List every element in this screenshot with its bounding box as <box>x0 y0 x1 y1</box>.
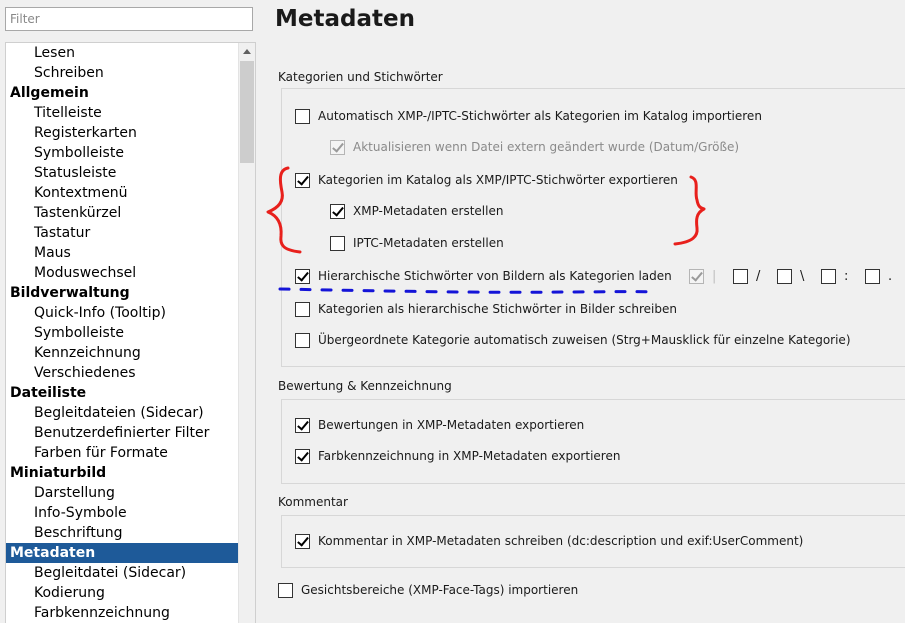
separator-colon-char: : <box>844 268 849 284</box>
tree-item[interactable]: Schreiben <box>6 63 238 83</box>
checkbox-update-external[interactable] <box>330 139 345 155</box>
tree-item[interactable]: Benutzerdefinierter Filter <box>6 423 238 443</box>
tree-item[interactable]: Allgemein <box>6 83 238 103</box>
section-title-comment: Kommentar <box>278 495 348 509</box>
checkbox-create-xmp[interactable] <box>330 203 345 219</box>
tree-item[interactable]: Tastatur <box>6 223 238 243</box>
section-title-categories: Kategorien und Stichwörter <box>278 70 443 84</box>
option-create-iptc[interactable]: IPTC-Metadaten erstellen <box>330 233 504 253</box>
option-face-tags[interactable]: Gesichtsbereiche (XMP-Face-Tags) importi… <box>278 580 578 600</box>
separator-dot-char: . <box>888 268 893 284</box>
tree-item[interactable]: Beschriftung <box>6 523 238 543</box>
checkbox-write-comment[interactable] <box>295 533 310 549</box>
checkbox-auto-import[interactable] <box>295 108 310 124</box>
scrollbar-thumb[interactable] <box>240 61 254 163</box>
tree-item[interactable]: Begleitdatei (Sidecar) <box>6 563 238 583</box>
separator-pipe-char: | <box>712 268 717 284</box>
separator-backslash[interactable]: \ <box>777 266 804 286</box>
option-write-hierarchical[interactable]: Kategorien als hierarchische Stichwörter… <box>295 299 677 319</box>
label-write-hierarchical: Kategorien als hierarchische Stichwörter… <box>318 302 677 316</box>
tree-item[interactable]: Moduswechsel <box>6 263 238 283</box>
options-navigation-pane: LesenSchreibenAllgemeinTitelleisteRegist… <box>0 0 262 623</box>
label-face-tags: Gesichtsbereiche (XMP-Face-Tags) importi… <box>301 583 579 597</box>
tree-item[interactable]: Symbolleiste <box>6 143 238 163</box>
option-create-xmp[interactable]: XMP-Metadaten erstellen <box>330 201 503 221</box>
options-tree[interactable]: Lesen Schreiben Allgemein Titelleiste Regist… <box>5 42 256 623</box>
tree-item[interactable]: Info-Symbole <box>6 503 238 523</box>
option-auto-import[interactable]: Automatisch XMP-/IPTC-Stichwörter als Ka… <box>295 106 762 126</box>
tree-item[interactable]: Kontextmenü <box>6 183 238 203</box>
checkbox-create-iptc[interactable] <box>330 235 345 251</box>
group-categories <box>281 88 905 367</box>
tree-item[interactable]: Statusleiste <box>6 163 238 183</box>
section-title-rating: Bewertung & Kennzeichnung <box>278 379 452 393</box>
tree-item[interactable]: Farben für Formate <box>6 443 238 463</box>
checkbox-export-keywords[interactable] <box>295 172 310 188</box>
tree-item[interactable]: Tastenkürzel <box>6 203 238 223</box>
checkbox-separator-colon[interactable] <box>821 268 836 284</box>
tree-item[interactable]: Darstellung <box>6 483 238 503</box>
checkbox-write-hierarchical[interactable] <box>295 301 310 317</box>
option-update-external[interactable]: Aktualisieren wenn Datei extern geändert… <box>330 137 739 157</box>
tree-item[interactable]: Dateiliste <box>6 383 238 403</box>
label-create-iptc: IPTC-Metadaten erstellen <box>353 236 504 250</box>
separator-slash[interactable]: / <box>733 266 760 286</box>
tree-item[interactable]: Maus <box>6 243 238 263</box>
label-export-colors: Farbkennzeichnung in XMP-Metadaten expor… <box>318 449 621 463</box>
option-hierarchical-load[interactable]: Hierarchische Stichwörter von Bildern al… <box>295 266 672 286</box>
tree-item[interactable]: Bildverwaltung <box>6 283 238 303</box>
tree-item[interactable]: Quick-Info (Tooltip) <box>6 303 238 323</box>
label-write-comment: Kommentar in XMP-Metadaten schreiben (dc… <box>318 534 804 548</box>
separator-backslash-char: \ <box>800 268 805 284</box>
option-auto-parent[interactable]: Übergeordnete Kategorie automatisch zuwe… <box>295 330 851 350</box>
settings-panel: Metadaten Kategorien und Stichwörter Aut… <box>262 0 905 623</box>
tree-scrollbar[interactable] <box>238 43 255 623</box>
label-create-xmp: XMP-Metadaten erstellen <box>353 204 504 218</box>
group-rating <box>281 399 905 484</box>
tree-item[interactable]: Registerkarten <box>6 123 238 143</box>
tree-item[interactable]: Miniaturbild <box>6 463 238 483</box>
label-export-keywords: Kategorien im Katalog als XMP/IPTC-Stich… <box>318 173 678 187</box>
checkbox-separator-pipe[interactable] <box>689 268 704 284</box>
separator-slash-char: / <box>756 268 761 284</box>
option-export-ratings[interactable]: Bewertungen in XMP-Metadaten exportieren <box>295 415 584 435</box>
tree-item[interactable]: Kodierung <box>6 583 238 603</box>
checkbox-face-tags[interactable] <box>278 582 293 598</box>
option-write-comment[interactable]: Kommentar in XMP-Metadaten schreiben (dc… <box>295 531 803 551</box>
checkbox-separator-dot[interactable] <box>865 268 880 284</box>
label-auto-import: Automatisch XMP-/IPTC-Stichwörter als Ka… <box>318 109 762 123</box>
tree-item[interactable]: Kennzeichnung <box>6 343 238 363</box>
checkbox-separator-slash[interactable] <box>733 268 748 284</box>
label-export-ratings: Bewertungen in XMP-Metadaten exportieren <box>318 418 585 432</box>
checkbox-auto-parent[interactable] <box>295 332 310 348</box>
page-title: Metadaten <box>275 6 415 32</box>
label-auto-parent: Übergeordnete Kategorie automatisch zuwe… <box>318 333 851 347</box>
options-tree-list: Lesen Schreiben Allgemein Titelleiste Regist… <box>6 43 238 623</box>
option-export-keywords[interactable]: Kategorien im Katalog als XMP/IPTC-Stich… <box>295 170 678 190</box>
tree-item[interactable]: Verschiedenes <box>6 363 238 383</box>
label-update-external: Aktualisieren wenn Datei extern geändert… <box>353 140 740 154</box>
checkbox-export-colors[interactable] <box>295 448 310 464</box>
tree-item[interactable]: Metadaten <box>6 543 238 563</box>
scroll-up-arrow-icon[interactable] <box>239 43 255 60</box>
checkbox-export-ratings[interactable] <box>295 417 310 433</box>
separator-dot[interactable]: . <box>865 266 892 286</box>
tree-item[interactable]: Farbkennzeichnung <box>6 603 238 623</box>
separator-colon[interactable]: : <box>821 266 848 286</box>
checkbox-separator-backslash[interactable] <box>777 268 792 284</box>
tree-item[interactable]: Lesen <box>6 43 238 63</box>
checkbox-hierarchical-load[interactable] <box>295 268 310 284</box>
label-hierarchical-load: Hierarchische Stichwörter von Bildern al… <box>318 269 672 283</box>
tree-item[interactable]: Titelleiste <box>6 103 238 123</box>
tree-item[interactable]: Begleitdateien (Sidecar) <box>6 403 238 423</box>
filter-input[interactable] <box>5 7 253 31</box>
separator-pipe[interactable]: | <box>689 266 716 286</box>
tree-item[interactable]: Symbolleiste <box>6 323 238 343</box>
option-export-colors[interactable]: Farbkennzeichnung in XMP-Metadaten expor… <box>295 446 620 466</box>
